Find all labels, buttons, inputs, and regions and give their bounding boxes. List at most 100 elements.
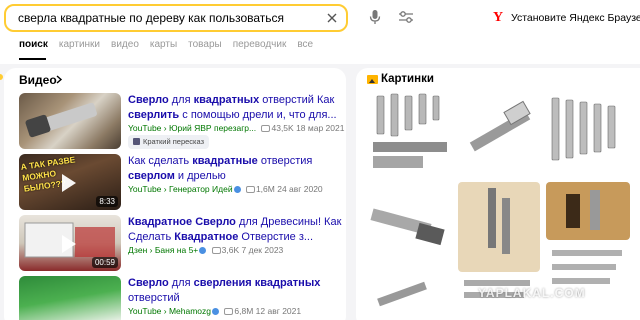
image-result[interactable]: [367, 276, 451, 320]
video-title-part: Сверло: [128, 94, 169, 106]
video-duration: 8:33: [96, 196, 118, 207]
video-meta: YouTube › Генератор Идей 1,6M 24 авг 202…: [128, 184, 323, 194]
video-source[interactable]: YouTube › Генератор Идей: [128, 184, 233, 194]
video-item[interactable]: А ТАК РАЗВЕ МОЖНО БЫЛО??? 8:33 Как сдела…: [19, 154, 349, 212]
square-drill-bit-image: [370, 208, 445, 246]
image-result[interactable]: [367, 182, 451, 272]
video-title-part: для: [168, 277, 194, 289]
drill-bit-image: [25, 102, 97, 138]
verified-icon: [212, 308, 220, 315]
video-title-part: сверлом: [128, 169, 175, 182]
video-section-title[interactable]: Видео: [19, 73, 57, 87]
video-item[interactable]: Сверло для квадратных отверстий Как свер…: [19, 93, 349, 151]
image-result[interactable]: [546, 90, 630, 176]
image-result[interactable]: [546, 182, 630, 240]
video-title-part: Квадратное: [174, 230, 239, 243]
image-result[interactable]: [458, 182, 540, 272]
bit-closeup-image: [377, 281, 427, 307]
video-source[interactable]: YouTube › Юрий ЯВР перезагр...: [128, 123, 256, 133]
video-duration: 00:59: [91, 257, 118, 268]
tab-0[interactable]: поиск: [19, 39, 48, 55]
summary-button[interactable]: Краткий пересказ: [128, 135, 210, 149]
drill-bits-set-image: [373, 93, 447, 168]
microphone-icon[interactable]: [368, 9, 382, 25]
video-item[interactable]: 00:59 Квадратное Сверло для Древесины! К…: [19, 215, 349, 273]
side-marker: [0, 74, 3, 80]
search-query-text: сверла квадратные по дереву как пользова…: [18, 11, 285, 25]
images-icon: [367, 75, 378, 84]
bits-lineup-image: [552, 250, 622, 284]
video-title-part: Сверло: [128, 277, 169, 289]
drill-bits-row-image: [551, 97, 616, 161]
video-date: 24 авг 2020: [277, 184, 323, 194]
video-thumbnail[interactable]: А ТАК РАЗВЕ МОЖНО БЫЛО??? 8:33: [19, 154, 121, 210]
video-title[interactable]: Как сделать квадратные отверстия сверлом…: [128, 154, 350, 183]
image-result[interactable]: [546, 244, 630, 320]
video-source[interactable]: YouTube › Mehamozg: [128, 306, 211, 316]
video-item[interactable]: Сверло для сверления квадратных отверсти…: [19, 276, 349, 320]
header: сверла квадратные по дереву как пользова…: [0, 0, 640, 64]
video-views: 6,8M: [234, 306, 254, 316]
video-title-part: Квадратное Сверло: [128, 216, 236, 228]
active-tab-underline: [19, 58, 46, 60]
verified-icon: [199, 247, 207, 254]
video-title[interactable]: Квадратное Сверло для Древесины! Как Сде…: [128, 215, 350, 244]
video-meta: YouTube › Юрий ЯВР перезагр... 43,5K 18 …: [128, 123, 344, 133]
watermark: YAPLAKAL.COM: [478, 286, 586, 300]
yandex-logo-icon[interactable]: Y: [493, 10, 505, 26]
images-section-title[interactable]: Картинки: [381, 73, 434, 85]
summary-icon: [133, 138, 140, 145]
views-icon: [261, 125, 271, 132]
image-result[interactable]: [367, 90, 451, 176]
chevron-right-icon[interactable]: [55, 75, 63, 84]
install-browser-link[interactable]: Установите Яндекс Браузер: [511, 12, 640, 24]
play-icon[interactable]: [62, 235, 76, 253]
chisel-bit-image: [469, 100, 531, 152]
video-title-part: с помощью дрели и, что для...: [179, 108, 337, 121]
video-thumbnail[interactable]: [19, 93, 121, 149]
views-icon: [245, 186, 255, 193]
video-title-part: отверстия: [257, 155, 313, 167]
image-result[interactable]: [458, 90, 540, 176]
video-date: 18 мар 2021: [296, 123, 345, 133]
video-title-part: отверстий Как: [259, 94, 335, 106]
video-date: 12 авг 2021: [255, 306, 302, 316]
video-title-part: сверлить: [128, 108, 180, 121]
search-input[interactable]: сверла квадратные по дереву как пользова…: [4, 4, 348, 32]
wood-mortise-image: [546, 182, 630, 240]
video-source[interactable]: Дзен › Баня на 5+: [128, 245, 198, 255]
video-meta: Дзен › Баня на 5+ 3,6K 7 дек 2023: [128, 245, 283, 255]
video-title-part: отверстий: [128, 291, 180, 304]
tab-4[interactable]: товары: [188, 39, 222, 55]
tab-3[interactable]: карты: [150, 39, 177, 55]
views-icon: [224, 308, 234, 315]
video-title-part: Отверстие з...: [238, 230, 314, 243]
tab-1[interactable]: картинки: [59, 39, 100, 55]
verified-icon: [233, 186, 241, 193]
video-views: 43,5K: [271, 123, 294, 133]
video-title-part: и дрелью: [174, 169, 226, 182]
video-title[interactable]: Сверло для квадратных отверстий Как свер…: [128, 93, 350, 122]
views-icon: [211, 247, 221, 254]
search-tabs: поиск картинки видео карты товары переводчик в…: [19, 39, 324, 55]
play-icon[interactable]: [62, 174, 76, 192]
video-title[interactable]: Сверло для сверления квадратных отверсти…: [128, 276, 350, 305]
video-views: 1,6M: [255, 184, 275, 194]
tab-6[interactable]: все: [297, 39, 313, 55]
tab-5[interactable]: переводчик: [233, 39, 287, 55]
video-meta: YouTube › Mehamozg 6,8M 12 авг 2021: [128, 306, 301, 316]
filters-icon[interactable]: [398, 10, 414, 24]
video-thumbnail[interactable]: [19, 276, 121, 320]
video-title-part: для: [168, 94, 194, 106]
video-date: 7 дек 2023: [241, 245, 284, 255]
video-title-part: сверления квадратных: [193, 277, 321, 289]
video-title-part: квадратных: [193, 94, 260, 106]
video-thumbnail[interactable]: 00:59: [19, 215, 121, 271]
video-views: 3,6K: [221, 245, 240, 255]
video-title-part: квадратные: [192, 155, 258, 167]
thumbnail-caption: А ТАК РАЗВЕ МОЖНО БЫЛО???: [20, 154, 76, 194]
video-title-part: Как сделать: [128, 155, 193, 167]
bits-in-wood-image: [458, 182, 540, 272]
tab-2[interactable]: видео: [111, 39, 139, 55]
clear-icon[interactable]: [326, 12, 338, 24]
